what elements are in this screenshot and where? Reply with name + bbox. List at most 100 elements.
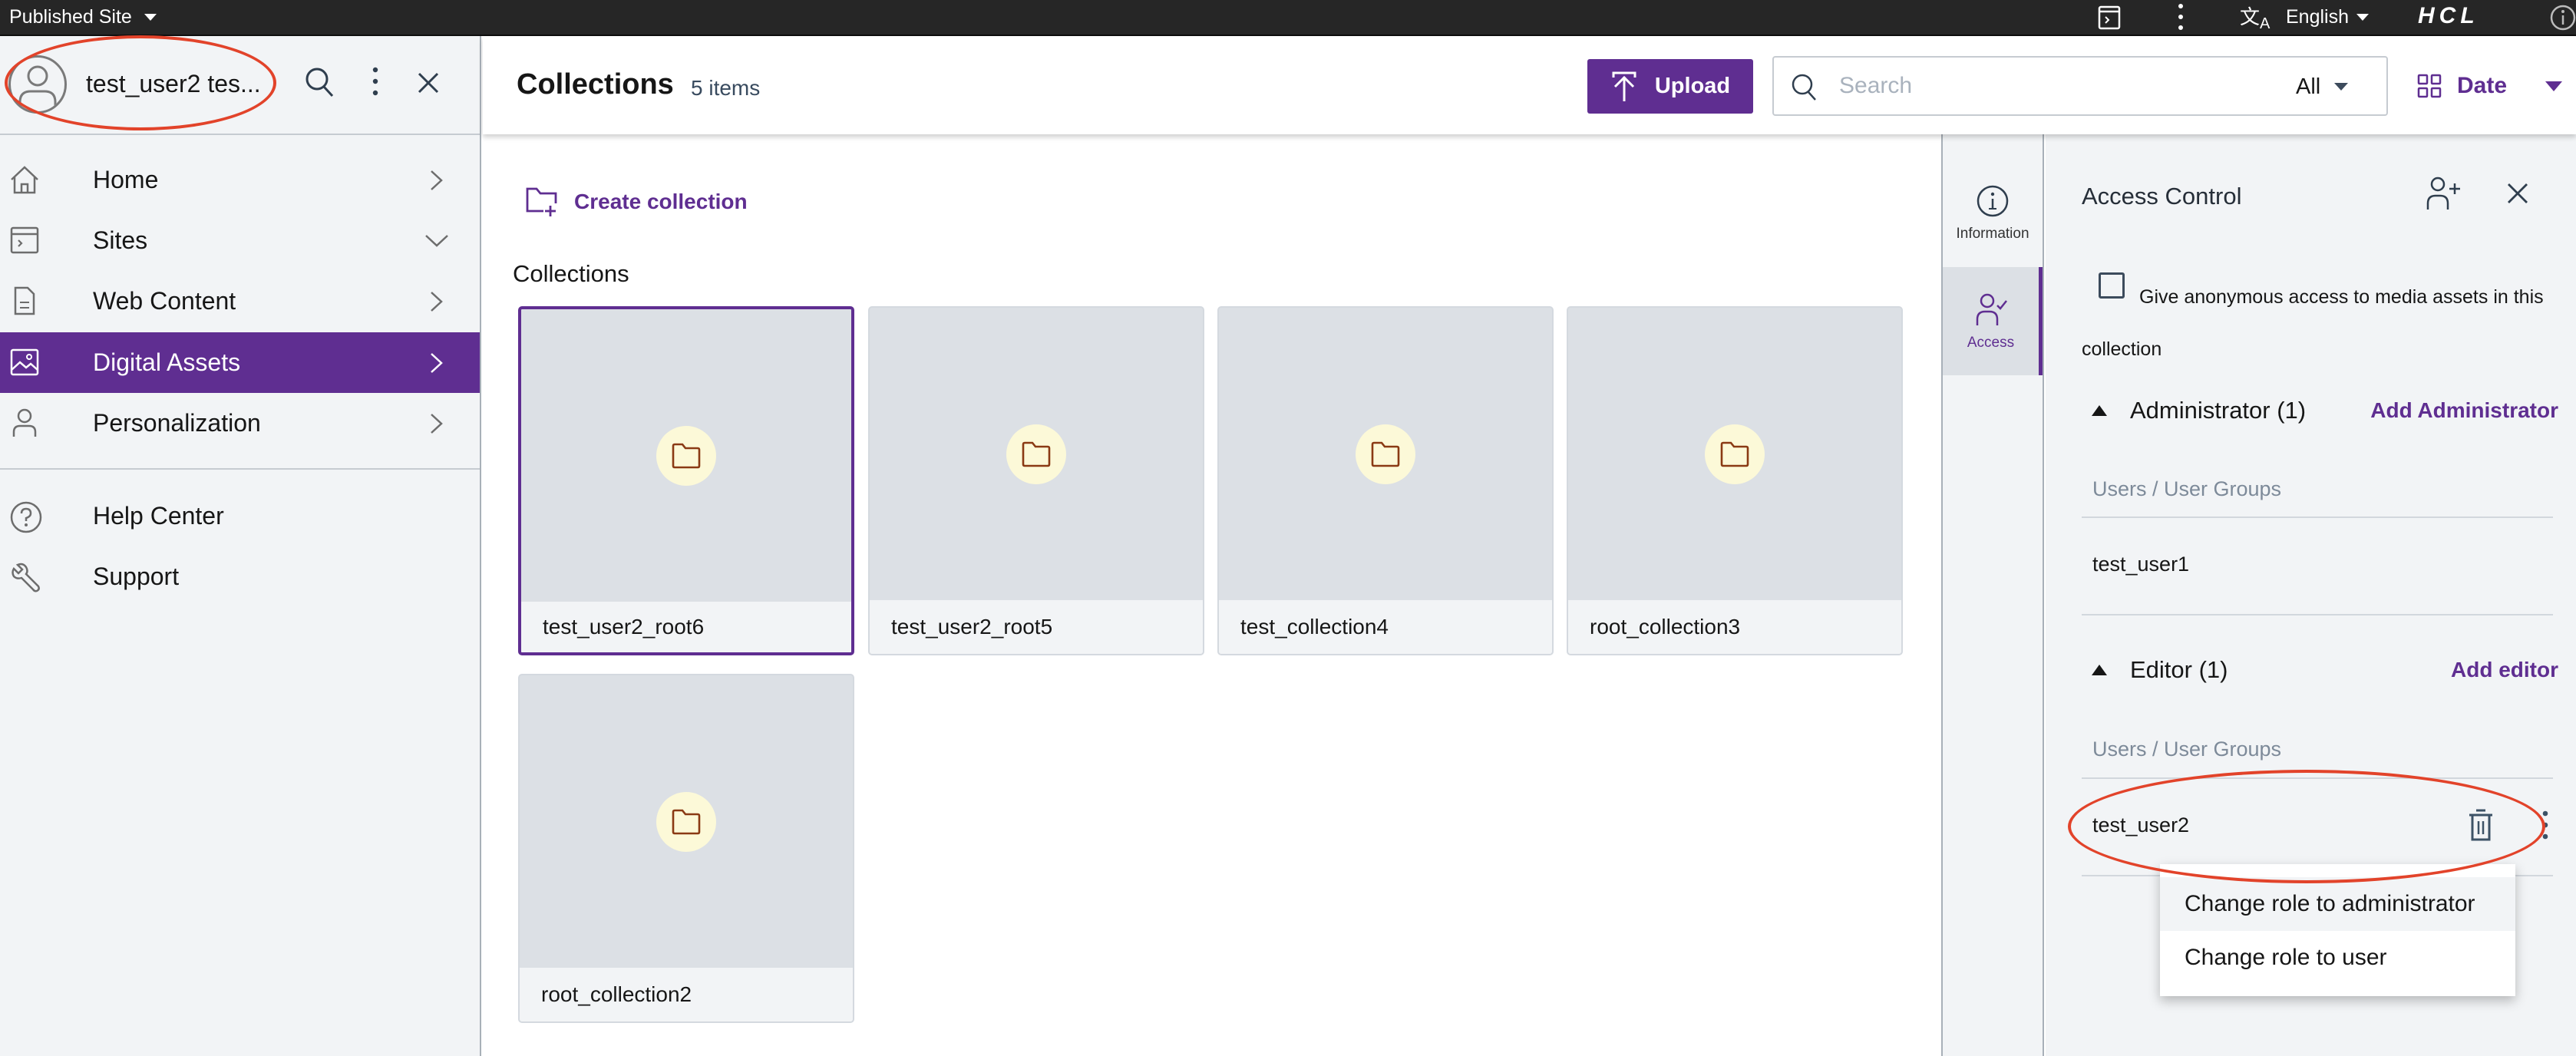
sidebar-item-support[interactable]: Support <box>0 546 480 607</box>
create-collection-label: Create collection <box>574 190 748 213</box>
collection-thumbnail <box>870 308 1203 600</box>
document-icon <box>9 285 40 316</box>
user-row[interactable]: test_user1 <box>2082 533 2553 595</box>
caret-down-icon <box>144 14 157 21</box>
info-icon[interactable] <box>2550 3 2576 32</box>
image-icon <box>9 347 40 378</box>
item-count: 5 items <box>691 76 761 100</box>
kebab-icon[interactable] <box>2539 810 2551 840</box>
kebab-icon[interactable] <box>365 65 385 99</box>
tab-access[interactable]: Access <box>1943 267 2043 375</box>
upload-label: Upload <box>1654 74 1731 98</box>
column-header: Users / User Groups <box>2092 738 2282 761</box>
collection-name: test_user2_root5 <box>870 600 1203 654</box>
chevron-right-icon <box>428 169 446 192</box>
user-row[interactable]: test_user2 <box>2082 794 2553 856</box>
username[interactable]: test_user2 tes... <box>86 70 261 98</box>
search-icon[interactable] <box>303 65 337 99</box>
sidebar-item-sites[interactable]: Sites <box>0 210 480 271</box>
avatar[interactable] <box>8 55 67 114</box>
menu-item-change-role-administrator[interactable]: Change role to administrator <box>2160 877 2515 931</box>
sidebar-item-label: Support <box>93 563 180 590</box>
anonymous-access-label: Give anonymous access to media assets in… <box>2082 286 2544 360</box>
tab-label: Information <box>1956 225 2029 242</box>
create-collection-button[interactable]: Create collection <box>525 186 748 217</box>
anonymous-access-checkbox[interactable] <box>2099 272 2125 299</box>
sidebar-item-web-content[interactable]: Web Content <box>0 271 480 332</box>
collection-card[interactable]: root_collection2 <box>518 674 854 1023</box>
sidebar-item-label: Sites <box>93 226 148 254</box>
panel-title: Access Control <box>2082 183 2242 210</box>
role-section-editor: Editor (1) Add editor <box>2092 653 2575 687</box>
chevron-right-icon <box>428 351 446 375</box>
sort-dropdown[interactable]: Date <box>2417 59 2563 113</box>
section-heading: Collections <box>513 260 629 287</box>
collection-card[interactable]: test_collection4 <box>1217 306 1554 655</box>
upload-button[interactable]: Upload <box>1587 59 1753 114</box>
menu-item-change-role-user[interactable]: Change role to user <box>2160 931 2515 985</box>
site-switcher[interactable]: Published Site <box>9 0 157 35</box>
search-field: All <box>1772 56 2388 116</box>
sidebar-item-label: Help Center <box>93 502 224 530</box>
chevron-down-icon <box>424 233 450 249</box>
top-bar: Published Site 文A English HCL <box>0 0 2576 36</box>
collection-card[interactable]: test_user2_root6 <box>518 306 854 655</box>
caret-down-icon <box>2356 14 2369 21</box>
collection-card[interactable]: test_user2_root5 <box>868 306 1204 655</box>
kebab-icon[interactable] <box>2175 3 2187 32</box>
collection-name: test_collection4 <box>1219 600 1552 654</box>
add-user-button[interactable] <box>2424 176 2462 211</box>
language-label: English <box>2286 6 2349 28</box>
collection-name: root_collection3 <box>1568 600 1901 654</box>
user-name: test_user2 <box>2092 813 2190 837</box>
close-icon[interactable] <box>2506 182 2529 205</box>
role-section-administrator: Administrator (1) Add Administrator <box>2092 394 2575 427</box>
add-editor-link[interactable]: Add editor <box>2451 658 2558 682</box>
sidebar-item-label: Personalization <box>93 409 261 437</box>
sidebar-item-personalization[interactable]: Personalization <box>0 393 480 454</box>
sidebar-item-home[interactable]: Home <box>0 150 480 210</box>
role-title: Editor (1) <box>2130 656 2228 683</box>
grid-view-icon <box>2417 74 2442 98</box>
wrench-icon <box>9 561 40 592</box>
folder-add-icon <box>525 186 559 217</box>
collapse-triangle-icon[interactable] <box>2092 665 2107 675</box>
chevron-right-icon <box>428 290 446 313</box>
folder-icon <box>1705 424 1765 484</box>
folder-icon <box>656 791 716 852</box>
user-name: test_user1 <box>2092 552 2190 576</box>
close-icon[interactable] <box>415 70 441 96</box>
add-administrator-link[interactable]: Add Administrator <box>2370 398 2558 423</box>
chevron-right-icon <box>428 412 446 435</box>
folder-icon <box>656 425 716 486</box>
tab-label: Access <box>1967 334 2015 351</box>
translate-icon: 文A <box>2240 5 2271 33</box>
upload-icon <box>1610 71 1638 103</box>
caret-down-icon <box>2334 83 2349 91</box>
column-header: Users / User Groups <box>2092 477 2282 500</box>
user-check-icon <box>1973 292 2009 327</box>
collection-thumbnail <box>1568 308 1901 600</box>
language-selector[interactable]: English <box>2286 0 2369 35</box>
sidebar-item-help-center[interactable]: Help Center <box>0 486 480 546</box>
sites-panel-icon[interactable] <box>2098 5 2121 30</box>
sidebar-item-label: Digital Assets <box>93 348 241 376</box>
person-icon <box>9 408 40 438</box>
trash-icon[interactable] <box>2465 808 2496 842</box>
filter-dropdown[interactable]: All <box>2296 68 2349 105</box>
tab-information[interactable]: Information <box>1943 159 2043 267</box>
sidebar-divider <box>0 468 480 470</box>
add-user-icon <box>2424 176 2462 211</box>
sidebar-item-digital-assets[interactable]: Digital Assets <box>0 332 480 393</box>
sites-icon <box>9 225 40 256</box>
collection-name: root_collection2 <box>520 968 853 1021</box>
sidebar: test_user2 tes... Home Sites Web Content… <box>0 36 481 1056</box>
search-input[interactable] <box>1839 67 2254 105</box>
collection-thumbnail <box>1219 308 1552 600</box>
hcl-logo: HCL <box>2418 3 2479 28</box>
site-switcher-label: Published Site <box>9 6 132 28</box>
divider <box>2082 516 2553 518</box>
collapse-triangle-icon[interactable] <box>2092 405 2107 416</box>
collection-card[interactable]: root_collection3 <box>1567 306 1903 655</box>
search-icon <box>1791 73 1818 102</box>
